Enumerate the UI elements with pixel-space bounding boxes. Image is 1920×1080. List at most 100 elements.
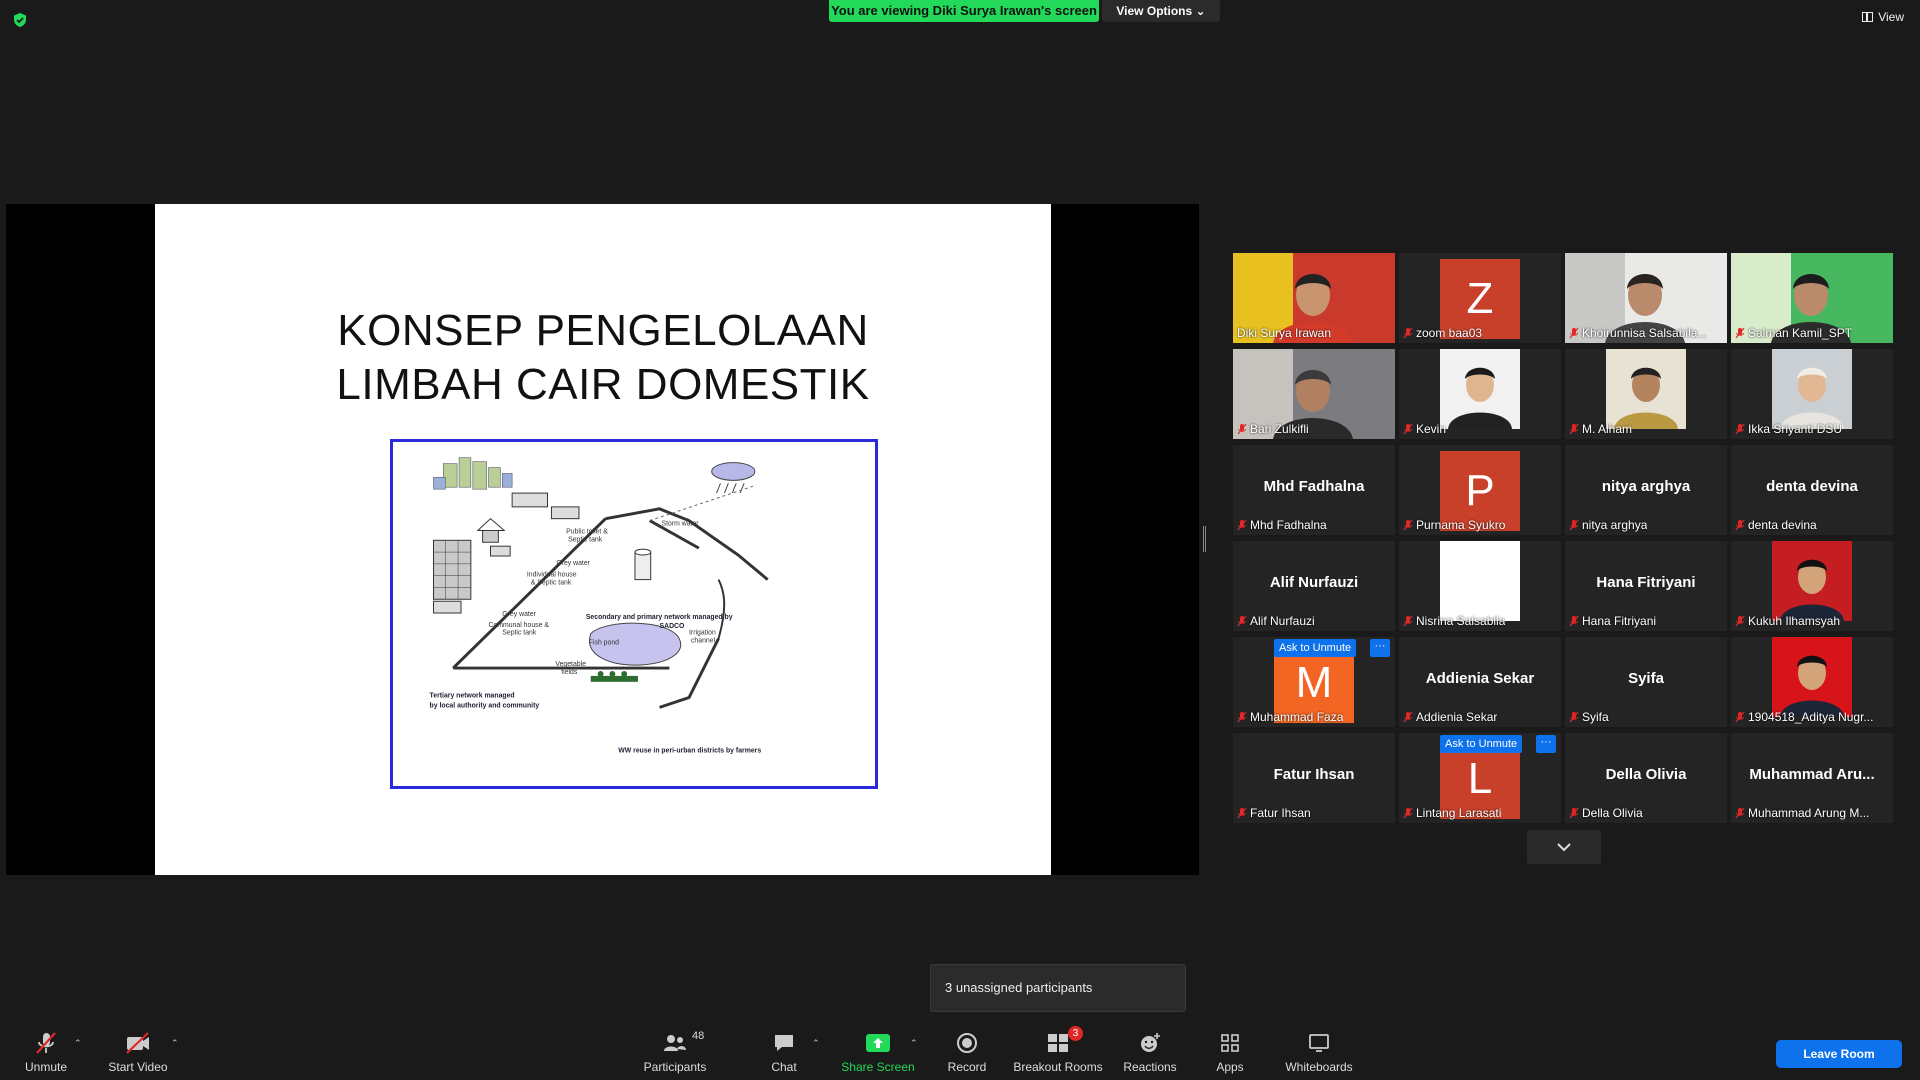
participant-tile[interactable]: Khoirunnisa Salsabila... (1565, 253, 1727, 343)
participant-photo (1772, 637, 1852, 717)
diagram-label-grey1: Grey water (556, 560, 590, 567)
participant-tile[interactable]: nitya arghya nitya arghya (1565, 445, 1727, 535)
participant-name-label: Fatur Ihsan (1237, 806, 1311, 820)
whiteboard-icon (1309, 1034, 1329, 1052)
participant-tile[interactable]: Fatur Ihsan Fatur Ihsan (1233, 733, 1395, 823)
participant-photo (1772, 349, 1852, 429)
participant-name-label: Hana Fitriyani (1569, 614, 1656, 628)
participant-more-button[interactable]: ··· (1370, 639, 1390, 657)
audio-options-caret-icon[interactable]: ⌃ (74, 1038, 82, 1049)
chat-options-caret-icon[interactable]: ⌃ (812, 1038, 820, 1049)
participant-name: Purnama Syukro (1416, 518, 1506, 532)
microphone-muted-icon (1403, 519, 1413, 531)
ask-to-unmute-button[interactable]: Ask to Unmute (1440, 735, 1523, 753)
reactions-icon (1141, 1033, 1160, 1052)
participant-name-label: Diki Surya Irawan (1237, 326, 1331, 340)
participant-tile[interactable]: Syifa Syifa (1565, 637, 1727, 727)
diagram-label-tertiary: Tertiary network managed (430, 693, 515, 700)
unmute-button[interactable]: Unmute (20, 1030, 72, 1080)
view-button[interactable]: View (1862, 10, 1904, 24)
participant-name: Nisrina Salsabila (1416, 614, 1506, 628)
participant-name-label: Kevin (1403, 422, 1446, 436)
wastewater-diagram: Storm water Public toilet & Septic tank … (390, 439, 878, 789)
participant-tile[interactable]: L Ask to Unmute ··· Lintang Larasati (1399, 733, 1561, 823)
share-screen-icon (866, 1034, 890, 1052)
participant-name: zoom baa03 (1416, 326, 1483, 340)
participant-big-name: Fatur Ihsan (1273, 766, 1355, 783)
diagram-illustration: Storm water Public toilet & Septic tank … (430, 457, 769, 755)
apps-label: Apps (1216, 1060, 1244, 1074)
share-screen-button[interactable]: Share Screen (838, 1030, 918, 1080)
apps-button[interactable]: Apps (1212, 1030, 1248, 1080)
viewing-screen-banner: You are viewing Diki Surya Irawan's scre… (829, 0, 1099, 22)
participant-tile[interactable]: Alif Nurfauzi Alif Nurfauzi (1233, 541, 1395, 631)
breakout-rooms-label: Breakout Rooms (1013, 1060, 1103, 1074)
view-label: View (1878, 10, 1904, 24)
participant-tile[interactable]: P Purnama Syukro (1399, 445, 1561, 535)
encryption-shield-icon[interactable] (12, 12, 28, 28)
participant-tile[interactable]: Mhd Fadhalna Mhd Fadhalna (1233, 445, 1395, 535)
participant-tile[interactable]: Kukuh Ilhamsyah (1731, 541, 1893, 631)
record-button[interactable]: Record (942, 1030, 992, 1080)
video-options-caret-icon[interactable]: ⌃ (171, 1038, 179, 1049)
participants-button[interactable]: 48 Participants (640, 1030, 710, 1080)
participant-tile[interactable]: Addienia Sekar Addienia Sekar (1399, 637, 1561, 727)
participant-name-label: Bari Zulkifli (1237, 422, 1309, 436)
participant-name-label: M. Alham (1569, 422, 1632, 436)
participant-tile[interactable]: Della Olivia Della Olivia (1565, 733, 1727, 823)
diagram-label-storm: Storm water (662, 521, 700, 528)
microphone-muted-icon (1237, 807, 1247, 819)
gallery-next-page-button[interactable] (1527, 830, 1601, 864)
leave-room-button[interactable]: Leave Room (1776, 1040, 1902, 1068)
participant-name: Salman Kamil_SPT (1748, 326, 1853, 340)
participant-name-label: Addienia Sekar (1403, 710, 1497, 724)
participant-tile[interactable]: Hana Fitriyani Hana Fitriyani (1565, 541, 1727, 631)
participant-name-label: Purnama Syukro (1403, 518, 1505, 532)
participant-tile[interactable]: Bari Zulkifli (1233, 349, 1395, 439)
participants-icon (664, 1035, 686, 1051)
participant-tile[interactable]: M. Alham (1565, 349, 1727, 439)
chat-button[interactable]: Chat (764, 1030, 804, 1080)
participant-big-name: Alif Nurfauzi (1269, 574, 1359, 591)
diagram-label-irrigation-2: channel (691, 638, 716, 645)
panel-resize-handle[interactable] (1203, 526, 1206, 552)
presentation-slide: KONSEP PENGELOLAAN LIMBAH CAIR DOMESTIK (155, 204, 1051, 875)
participant-name: Kevin (1416, 422, 1447, 436)
participant-tile[interactable]: 1904518_Aditya Nugr... (1731, 637, 1893, 727)
microphone-muted-icon (1237, 423, 1247, 435)
start-video-label: Start Video (108, 1060, 168, 1074)
unmute-label: Unmute (24, 1060, 68, 1074)
microphone-muted-icon (1735, 423, 1745, 435)
participant-tile[interactable]: Ikka Sriyanti DSU (1731, 349, 1893, 439)
participant-tile[interactable]: denta devina denta devina (1731, 445, 1893, 535)
chevron-down-icon (1557, 843, 1571, 852)
start-video-button[interactable]: Start Video (106, 1030, 170, 1080)
view-options-dropdown[interactable]: View Options ⌄ (1102, 0, 1220, 22)
participant-tile[interactable]: M Ask to Unmute ··· Muhammad Faza (1233, 637, 1395, 727)
participant-tile[interactable]: Zzoom baa03 (1399, 253, 1561, 343)
breakout-rooms-button[interactable]: 3 Breakout Rooms (1013, 1026, 1103, 1080)
share-options-caret-icon[interactable]: ⌃ (910, 1038, 918, 1049)
ask-to-unmute-button[interactable]: Ask to Unmute (1274, 639, 1357, 657)
microphone-muted-icon (1403, 327, 1413, 339)
reactions-button[interactable]: Reactions (1123, 1030, 1177, 1080)
participant-tile[interactable]: Diki Surya Irawan (1233, 253, 1395, 343)
whiteboards-button[interactable]: Whiteboards (1282, 1030, 1356, 1080)
slide-title: KONSEP PENGELOLAAN LIMBAH CAIR DOMESTIK (155, 304, 1051, 412)
participant-tile[interactable]: Muhammad Aru... Muhammad Arung M... (1731, 733, 1893, 823)
microphone-muted-icon (1403, 423, 1413, 435)
participant-name: Ikka Sriyanti DSU (1748, 422, 1843, 436)
microphone-muted-icon (1735, 711, 1745, 723)
participant-tile[interactable]: Kevin (1399, 349, 1561, 439)
participant-name: Muhammad Faza (1250, 710, 1344, 724)
meeting-toolbar: Unmute ⌃ Start Video ⌃ 48 Participants C… (0, 1024, 1920, 1080)
participant-tile[interactable]: Nisrina Salsabila (1399, 541, 1561, 631)
participant-name: Alif Nurfauzi (1250, 614, 1315, 628)
participant-tile[interactable]: Salman Kamil_SPT (1731, 253, 1893, 343)
participant-big-name: Addienia Sekar (1425, 670, 1535, 687)
participant-name-label: denta devina (1735, 518, 1817, 532)
participant-photo (1606, 349, 1686, 429)
participant-name-label: Ikka Sriyanti DSU (1735, 422, 1842, 436)
record-icon (957, 1033, 977, 1053)
participant-more-button[interactable]: ··· (1536, 735, 1556, 753)
